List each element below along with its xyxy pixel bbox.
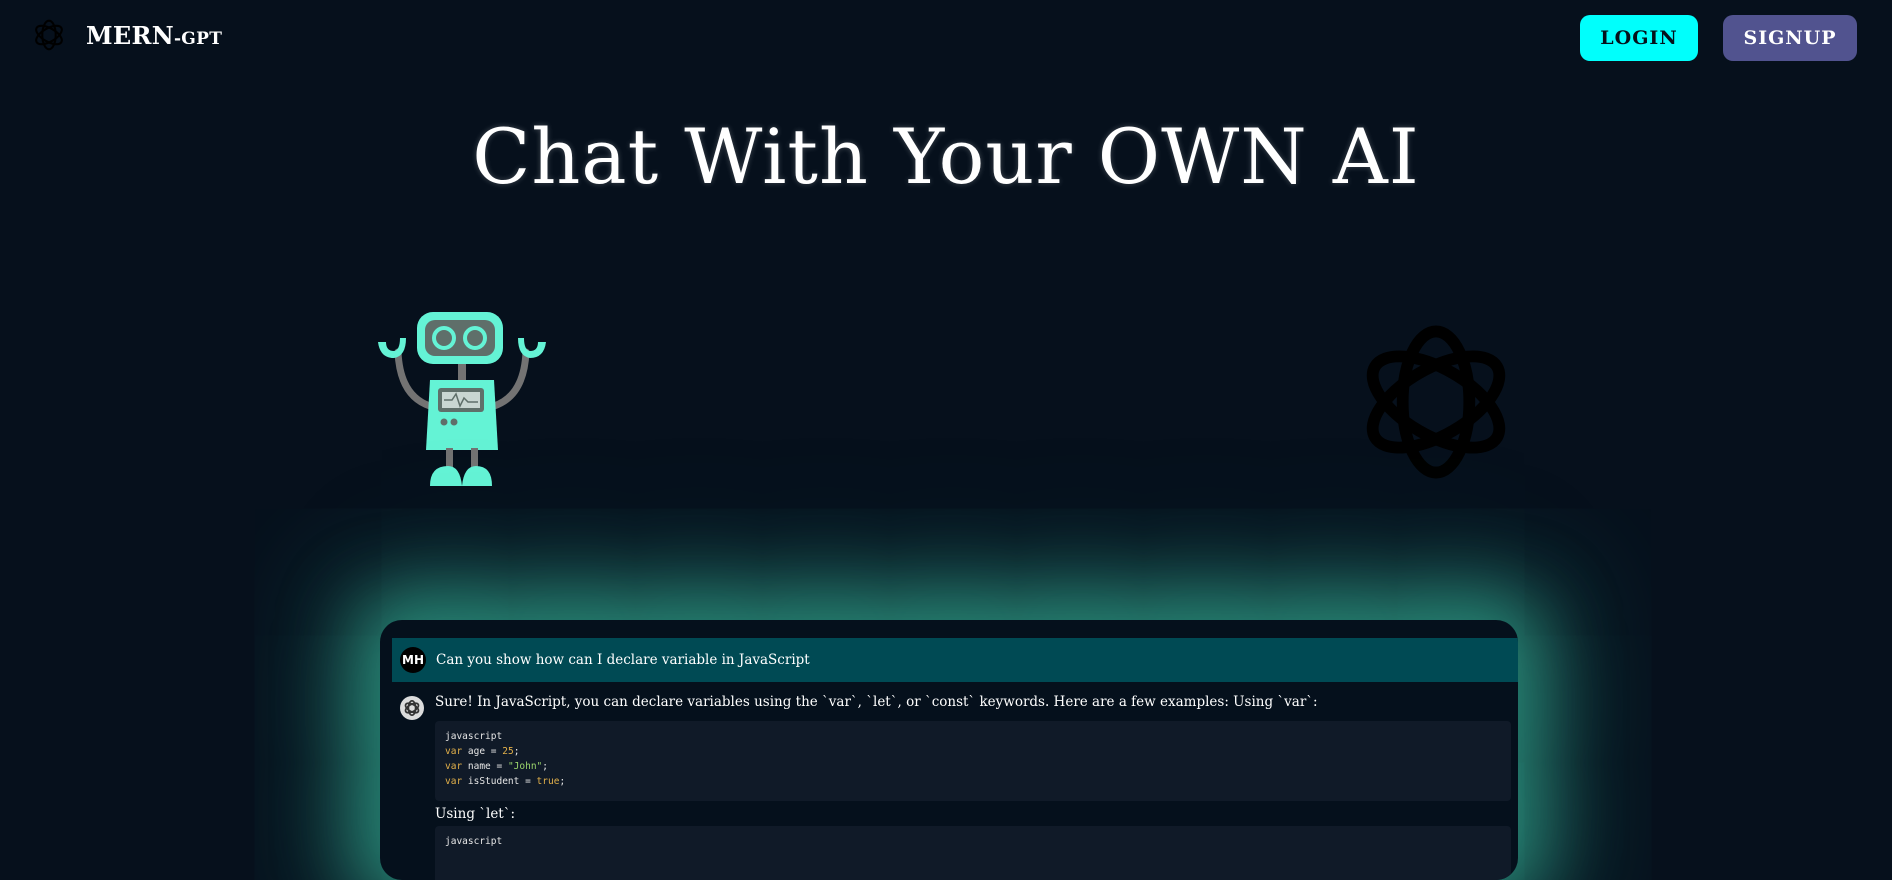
user-message-text: Can you show how can I declare variable … — [436, 652, 810, 668]
brand-name: MERN-GPT — [86, 20, 223, 50]
bot-avatar — [400, 696, 424, 720]
brand-link[interactable]: MERN-GPT — [28, 14, 222, 56]
openai-logo-icon — [1366, 325, 1506, 479]
robot-illustration — [378, 312, 546, 486]
code-block: javascript var age = 25; var name = "Joh… — [435, 721, 1511, 801]
bot-message-text: Sure! In JavaScript, you can declare var… — [435, 694, 1318, 710]
code-line: var isStudent = true; — [445, 776, 566, 787]
user-message-row: MH Can you show how can I declare variab… — [392, 638, 1518, 682]
section-label: Using `let`: — [435, 806, 516, 822]
code-language-label: javascript — [445, 731, 503, 742]
chat-preview: MH Can you show how can I declare variab… — [380, 620, 1518, 880]
login-button[interactable]: LOGIN — [1580, 15, 1698, 61]
hero-title: Chat With Your OWN AI — [472, 112, 1420, 201]
code-line: var name = "John"; — [445, 761, 549, 772]
openai-logo-icon — [35, 19, 63, 51]
code-line: var age = 25; — [445, 746, 520, 757]
openai-logo-icon — [404, 699, 420, 717]
navbar: MERN-GPT LOGIN SIGNUP — [0, 0, 1892, 76]
code-block: javascript — [435, 826, 1511, 880]
signup-button[interactable]: SIGNUP — [1723, 15, 1857, 61]
user-avatar: MH — [400, 647, 426, 673]
